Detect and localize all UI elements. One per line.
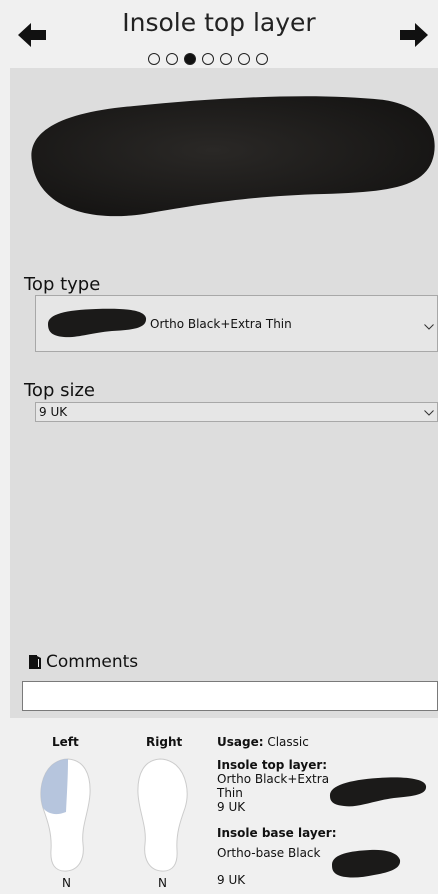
base-layer-summary-size: 9 UK <box>217 873 246 887</box>
top-type-select[interactable]: Ortho Black+Extra Thin <box>35 295 438 352</box>
right-foot-diagram[interactable] <box>134 756 190 874</box>
usage-line: Usage: Classic <box>217 735 309 749</box>
top-size-value: 9 UK <box>39 405 68 419</box>
top-layer-thumbnail <box>329 777 427 807</box>
comments-label: Comments <box>46 652 139 672</box>
top-layer-summary-label: Insole top layer: <box>217 758 328 772</box>
header: Insole top layer <box>0 0 438 68</box>
top-layer-summary-size: 9 UK <box>217 800 246 814</box>
book-icon <box>29 655 41 669</box>
page-title: Insole top layer <box>122 8 316 37</box>
comments-input[interactable] <box>22 681 438 711</box>
top-layer-summary-line1: Ortho Black+Extra <box>217 772 330 786</box>
top-layer-summary: Insole top layer: Ortho Black+Extra Thin… <box>217 758 329 814</box>
base-layer-summary-value: Ortho-base Black <box>217 846 321 860</box>
comments-header: Comments <box>28 652 138 672</box>
next-arrow-icon[interactable] <box>398 22 428 48</box>
insole-preview-image <box>31 96 435 217</box>
left-foot-code: N <box>62 876 71 890</box>
top-layer-summary-line2: Thin <box>217 786 243 800</box>
step-dot[interactable] <box>166 53 178 65</box>
right-foot-label: Right <box>146 735 183 749</box>
chevron-down-icon[interactable] <box>424 324 434 330</box>
right-foot-code: N <box>158 876 167 890</box>
usage-value: Classic <box>267 735 309 749</box>
step-dot[interactable] <box>148 53 160 65</box>
left-foot-diagram[interactable] <box>38 756 94 874</box>
usage-label: Usage: <box>217 735 264 749</box>
base-layer-summary: Insole base layer: Ortho-base Black <box>217 826 337 860</box>
top-type-value: Ortho Black+Extra Thin <box>150 317 292 331</box>
top-type-thumbnail <box>48 308 147 338</box>
top-type-label: Top type <box>24 274 101 295</box>
top-size-label: Top size <box>24 380 95 401</box>
step-dot-current[interactable] <box>184 53 196 65</box>
chevron-down-icon[interactable] <box>424 410 434 416</box>
step-dot[interactable] <box>256 53 268 65</box>
base-layer-summary-label: Insole base layer: <box>217 826 337 840</box>
summary-panel: Left Right N N Usage: Classic Insole top… <box>0 722 438 894</box>
base-layer-thumbnail <box>332 849 401 878</box>
step-dot[interactable] <box>238 53 250 65</box>
step-dot[interactable] <box>202 53 214 65</box>
top-size-select[interactable]: 9 UK <box>35 402 438 422</box>
left-foot-label: Left <box>52 735 79 749</box>
step-indicator <box>148 53 268 65</box>
step-dot[interactable] <box>220 53 232 65</box>
